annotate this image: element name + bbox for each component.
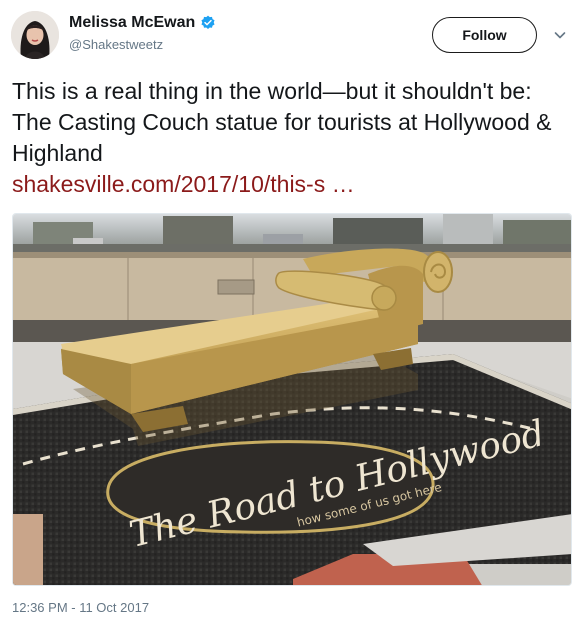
tweet-body: This is a real thing in the world—but it… (12, 76, 572, 200)
follow-button[interactable]: Follow (432, 17, 537, 53)
tweet-photo[interactable]: The Road to Hollywood how some of us got… (12, 213, 572, 586)
author-handle[interactable]: @Shakestweetz (69, 37, 216, 52)
author-name[interactable]: Melissa McEwan (69, 14, 195, 32)
chevron-down-icon[interactable] (553, 28, 567, 42)
tweet-text: This is a real thing in the world—but it… (12, 78, 552, 166)
avatar[interactable] (11, 11, 59, 59)
tweet-link[interactable]: shakesville.com/2017/10/this-s … (12, 171, 355, 197)
author-block: Melissa McEwan @Shakestweetz (69, 14, 216, 52)
verified-badge-icon (201, 15, 215, 29)
couch-statue-photo: The Road to Hollywood how some of us got… (13, 214, 571, 585)
tweet-timestamp[interactable]: 12:36 PM - 11 Oct 2017 (12, 600, 149, 615)
user-avatar-icon (11, 11, 59, 59)
name-row: Melissa McEwan (69, 14, 216, 32)
